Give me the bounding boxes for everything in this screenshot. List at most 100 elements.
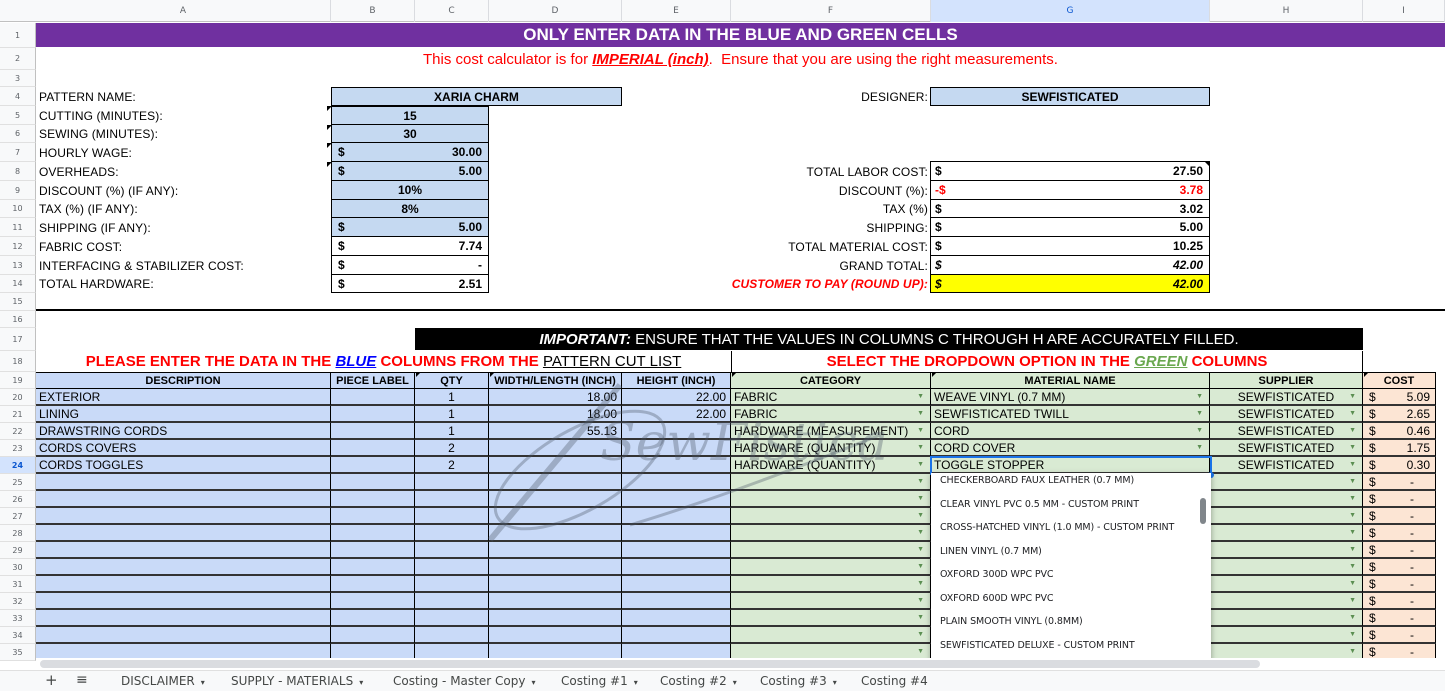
cell-width[interactable]: 18.00	[489, 406, 622, 423]
dropdown-arrow-icon[interactable]: ▼	[917, 410, 924, 417]
dropdown-arrow-icon[interactable]: ▼	[917, 495, 924, 502]
cell-qty[interactable]: 1	[415, 423, 489, 440]
dropdown-arrow-icon[interactable]: ▼	[1349, 444, 1356, 451]
column-header-g[interactable]: G	[931, 0, 1210, 22]
cell-height[interactable]: 22.00	[622, 406, 731, 423]
cell-width[interactable]	[489, 559, 622, 576]
cell-height[interactable]	[622, 576, 731, 593]
cell-qty[interactable]	[415, 627, 489, 644]
dropdown-arrow-icon[interactable]: ▼	[1349, 631, 1356, 638]
dropdown-arrow-icon[interactable]: ▼	[1349, 478, 1356, 485]
dropdown-option[interactable]: SEWFISTICATED DELUXE - CUSTOM PRINT	[940, 640, 1135, 651]
cell-qty[interactable]	[415, 491, 489, 508]
tab-menu-caret-icon[interactable]: ▾	[634, 678, 638, 687]
cell-qty[interactable]	[415, 576, 489, 593]
dropdown-arrow-icon[interactable]: ▼	[917, 393, 924, 400]
tab-menu-caret-icon[interactable]: ▾	[733, 678, 737, 687]
cell-qty[interactable]: 2	[415, 440, 489, 457]
dropdown-arrow-icon[interactable]: ▼	[917, 512, 924, 519]
cell-material[interactable]: CORD ▼	[931, 423, 1210, 440]
tab-menu-caret-icon[interactable]: ▾	[833, 678, 837, 687]
cell-width[interactable]: 55.13	[489, 423, 622, 440]
row-header-29[interactable]: 29	[0, 542, 36, 559]
note-indicator-icon[interactable]	[1364, 372, 1369, 377]
cell-description[interactable]: DRAWSTRING CORDS	[36, 423, 331, 440]
input-value-cell[interactable]: $5.00	[331, 161, 489, 181]
cell-description[interactable]: EXTERIOR	[36, 389, 331, 406]
dropdown-option[interactable]: CLEAR VINYL PVC 0.5 MM - CUSTOM PRINT	[940, 499, 1139, 510]
cell-piece-label[interactable]	[331, 593, 415, 610]
cell-piece-label[interactable]	[331, 474, 415, 491]
column-header-c[interactable]: C	[415, 0, 489, 22]
cell-supplier[interactable]: ▼	[1210, 491, 1363, 508]
column-header-i[interactable]: I	[1363, 0, 1445, 22]
cell-height[interactable]	[622, 491, 731, 508]
dropdown-option[interactable]: OXFORD 300D WPC PVC	[940, 569, 1054, 580]
cell-height[interactable]: 22.00	[622, 389, 731, 406]
dropdown-arrow-icon[interactable]: ▼	[1349, 393, 1356, 400]
column-header-e[interactable]: E	[622, 0, 731, 22]
cell-piece-label[interactable]	[331, 610, 415, 627]
row-header-12[interactable]: 12	[0, 237, 36, 256]
cell-width[interactable]	[489, 525, 622, 542]
cell-width[interactable]	[489, 508, 622, 525]
row-header-24[interactable]: 24	[0, 457, 36, 474]
dropdown-arrow-icon[interactable]: ▼	[917, 546, 924, 553]
cell-width[interactable]	[489, 576, 622, 593]
cell-category[interactable]: ▼	[731, 593, 931, 610]
cell-piece-label[interactable]	[331, 576, 415, 593]
cell-description[interactable]: LINING	[36, 406, 331, 423]
cell-piece-label[interactable]	[331, 440, 415, 457]
cell-piece-label[interactable]	[331, 525, 415, 542]
dropdown-arrow-icon[interactable]: ▼	[1196, 393, 1203, 400]
row-header-1[interactable]: 1	[0, 23, 36, 48]
note-indicator-icon[interactable]	[327, 125, 332, 130]
cell-supplier[interactable]: SEWFISTICATED ▼	[1210, 389, 1363, 406]
cell-height[interactable]	[622, 559, 731, 576]
cell-supplier[interactable]: ▼	[1210, 508, 1363, 525]
cell-qty[interactable]	[415, 593, 489, 610]
cell-supplier[interactable]: ▼	[1210, 627, 1363, 644]
cell-qty[interactable]: 2	[415, 457, 489, 474]
row-header-14[interactable]: 14	[0, 275, 36, 293]
dropdown-arrow-icon[interactable]: ▼	[1349, 427, 1356, 434]
cell-height[interactable]	[622, 508, 731, 525]
dropdown-arrow-icon[interactable]: ▼	[917, 529, 924, 536]
row-header-19[interactable]: 19	[0, 372, 36, 389]
row-header-20[interactable]: 20	[0, 389, 36, 406]
row-header-4[interactable]: 4	[0, 87, 36, 106]
cell-description[interactable]	[36, 627, 331, 644]
cell-description[interactable]	[36, 474, 331, 491]
dropdown-arrow-icon[interactable]: ▼	[917, 427, 924, 434]
cell-qty[interactable]: 1	[415, 406, 489, 423]
dropdown-arrow-icon[interactable]: ▼	[917, 478, 924, 485]
row-header-13[interactable]: 13	[0, 256, 36, 275]
cell-width[interactable]	[489, 610, 622, 627]
dropdown-scrollbar[interactable]	[1200, 498, 1206, 524]
designer-input[interactable]: SEWFISTICATED	[930, 87, 1210, 106]
note-indicator-icon[interactable]	[490, 372, 495, 377]
dropdown-arrow-icon[interactable]: ▼	[1349, 580, 1356, 587]
tab-menu-caret-icon[interactable]: ▾	[531, 678, 535, 687]
cell-height[interactable]	[622, 542, 731, 559]
row-header-2[interactable]: 2	[0, 48, 36, 70]
dropdown-arrow-icon[interactable]: ▼	[917, 444, 924, 451]
dropdown-arrow-icon[interactable]: ▼	[1349, 512, 1356, 519]
cell-supplier[interactable]: SEWFISTICATED ▼	[1210, 423, 1363, 440]
cell-piece-label[interactable]	[331, 423, 415, 440]
pattern-name-input[interactable]: XARIA CHARM	[331, 87, 622, 106]
cell-supplier[interactable]: ▼	[1210, 542, 1363, 559]
row-header-26[interactable]: 26	[0, 491, 36, 508]
input-value-cell[interactable]: $30.00	[331, 142, 489, 162]
row-header-35[interactable]: 35	[0, 644, 36, 661]
cell-category[interactable]: ▼	[731, 474, 931, 491]
cell-height[interactable]	[622, 423, 731, 440]
cell-category[interactable]: ▼	[731, 627, 931, 644]
dropdown-arrow-icon[interactable]: ▼	[1196, 410, 1203, 417]
cell-category[interactable]: ▼	[731, 542, 931, 559]
cell-category[interactable]: ▼	[731, 525, 931, 542]
cell-qty[interactable]: 1	[415, 389, 489, 406]
cell-supplier[interactable]: ▼	[1210, 576, 1363, 593]
cell-piece-label[interactable]	[331, 389, 415, 406]
input-value-cell[interactable]: 8%	[331, 199, 489, 218]
